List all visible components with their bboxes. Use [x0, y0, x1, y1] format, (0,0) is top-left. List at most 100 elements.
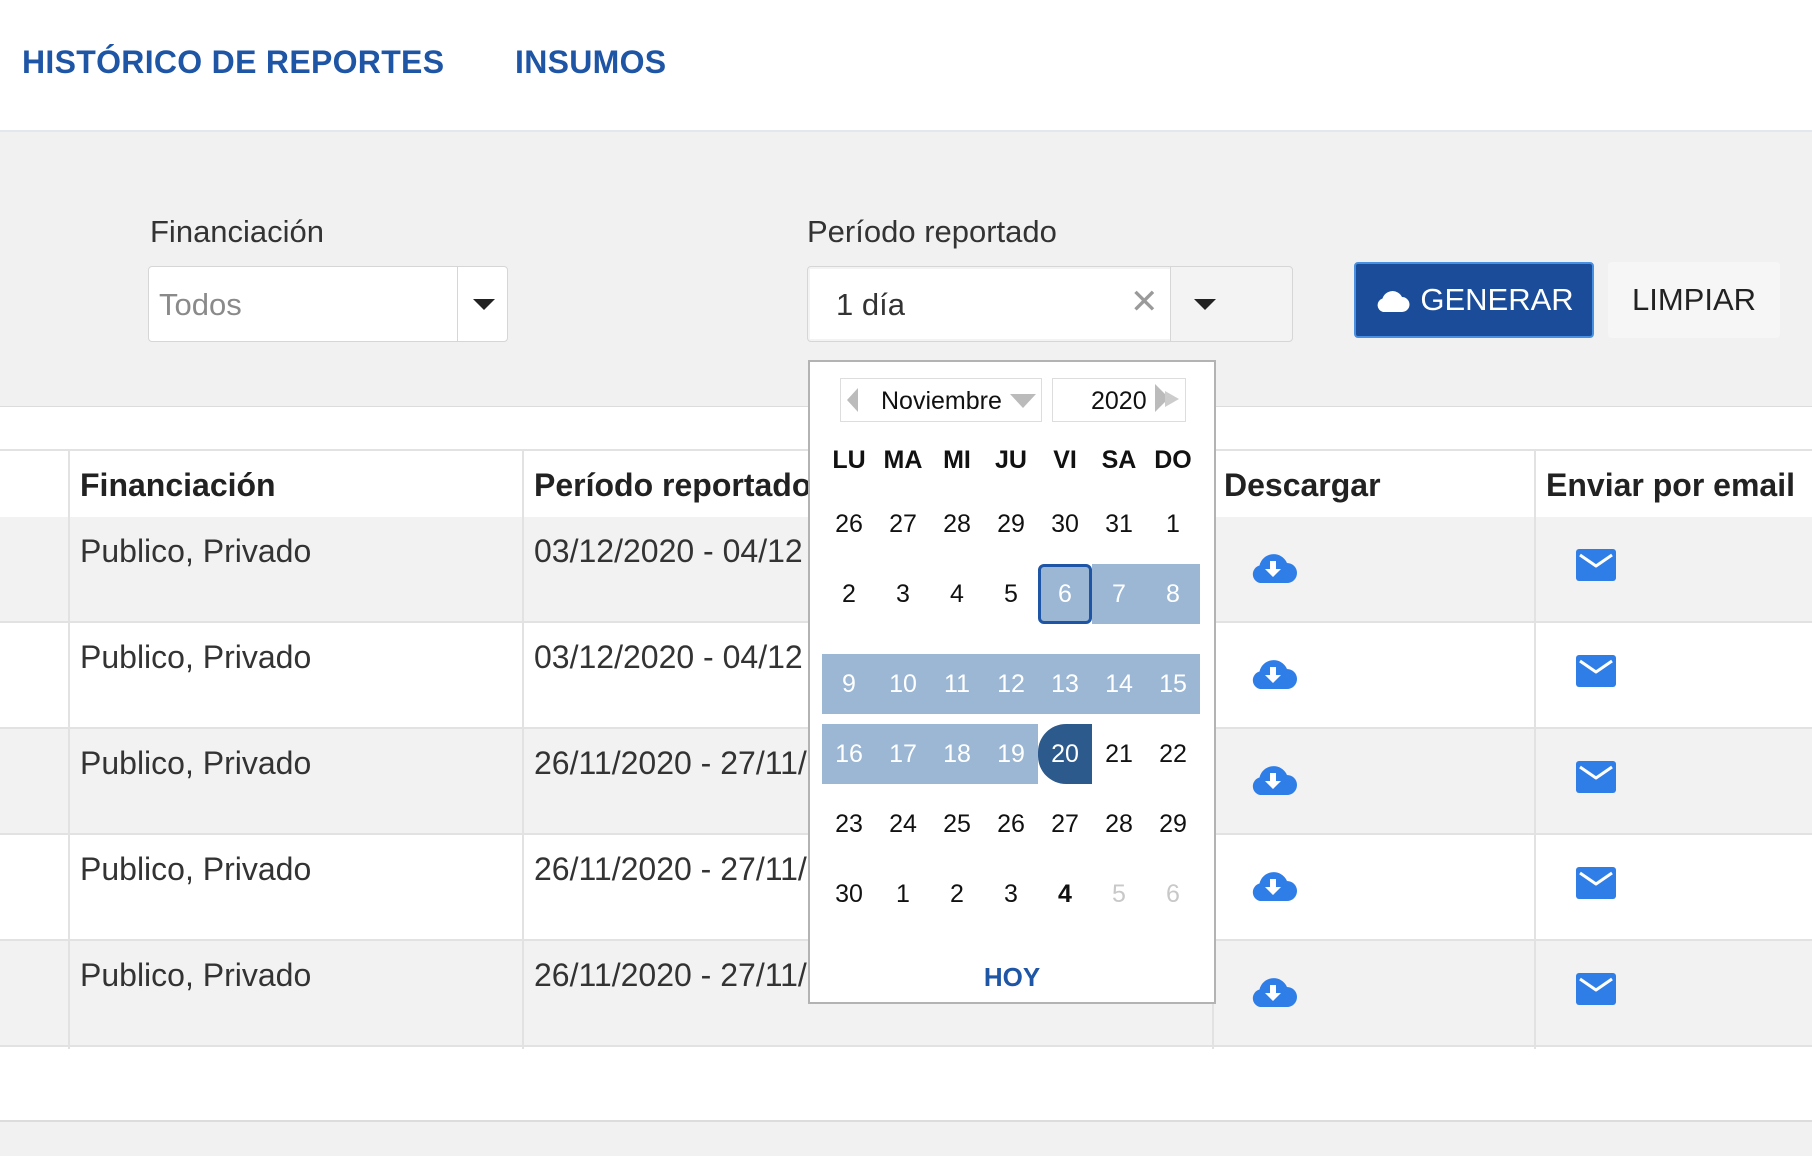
weekday-label: JU [995, 446, 1027, 474]
period-cell: 26/11/2020 - 27/11/ [534, 957, 807, 993]
calendar-day[interactable]: 1 [1146, 494, 1200, 554]
column-header-period: Período reportado [534, 467, 812, 503]
cloud-download-icon[interactable] [1248, 759, 1298, 799]
period-input-area[interactable]: 1 día ✕ [810, 269, 1170, 339]
envelope-icon[interactable] [1576, 973, 1616, 1005]
weekday-label: LU [832, 446, 866, 474]
calendar-day[interactable]: 28 [1092, 794, 1146, 854]
envelope-icon[interactable] [1576, 867, 1616, 899]
datepicker-popup: Noviembre 2020 LU MA MI JU VI SA DO 26 2… [808, 360, 1216, 1004]
select-divider [457, 267, 458, 341]
calendar-day-range-start[interactable]: 6 [1038, 564, 1092, 624]
calendar-day[interactable]: 2 [930, 864, 984, 924]
calendar-day-disabled: 6 [1166, 879, 1180, 908]
weekday-label: VI [1053, 446, 1077, 474]
calendar-day-in-range[interactable]: 7 [1092, 564, 1146, 624]
calendar-day-in-range[interactable]: 19 [984, 724, 1038, 784]
chevron-down-icon[interactable] [473, 299, 495, 310]
period-filter-label: Período reportado [807, 214, 1057, 249]
calendar-day[interactable]: 26 [822, 494, 876, 554]
today-button[interactable]: HOY [810, 962, 1214, 993]
weekday-label: MI [943, 446, 971, 474]
calendar-day[interactable]: 5 [984, 564, 1038, 624]
top-nav: HISTÓRICO DE REPORTES INSUMOS [0, 0, 1812, 132]
column-divider [522, 449, 524, 1049]
financing-cell: Publico, Privado [80, 533, 312, 569]
chevron-down-icon[interactable] [1009, 393, 1037, 409]
calendar-day[interactable]: 3 [876, 564, 930, 624]
tab-historico-de-reportes[interactable]: HISTÓRICO DE REPORTES [22, 44, 444, 81]
calendar-day-in-range[interactable]: 17 [876, 724, 930, 784]
tab-insumos[interactable]: INSUMOS [515, 44, 666, 81]
calendar-day[interactable]: 30 [822, 864, 876, 924]
envelope-icon[interactable] [1576, 655, 1616, 687]
calendar-day-in-range[interactable]: 16 [822, 724, 876, 784]
column-header-download: Descargar [1224, 467, 1381, 503]
calendar-day[interactable]: 25 [930, 794, 984, 854]
column-divider [68, 449, 70, 1049]
weekday-label: MA [883, 446, 923, 474]
cloud-download-icon[interactable] [1248, 971, 1298, 1011]
calendar-day[interactable]: 2 [822, 564, 876, 624]
calendar-day-in-range[interactable]: 9 [822, 654, 876, 714]
generate-button[interactable]: GENERAR [1354, 262, 1594, 338]
financing-cell: Publico, Privado [80, 957, 312, 993]
financing-cell: Publico, Privado [80, 745, 312, 781]
calendar-day-in-range[interactable]: 11 [930, 654, 984, 714]
generate-button-label: GENERAR [1420, 282, 1574, 317]
calendar-day-in-range[interactable]: 14 [1092, 654, 1146, 714]
calendar-day[interactable]: 29 [984, 494, 1038, 554]
select-divider [1170, 267, 1171, 341]
calendar-day-in-range[interactable]: 15 [1146, 654, 1200, 714]
financing-cell: Publico, Privado [80, 851, 312, 887]
financing-select[interactable]: Todos [148, 266, 508, 342]
envelope-icon[interactable] [1576, 761, 1616, 793]
financing-cell: Publico, Privado [80, 639, 312, 675]
calendar-day-today[interactable]: 4 [1038, 864, 1092, 924]
calendar-day[interactable]: 3 [984, 864, 1038, 924]
calendar-day-in-range[interactable]: 13 [1038, 654, 1092, 714]
column-header-email: Enviar por email [1546, 467, 1795, 503]
calendar-day[interactable]: 28 [930, 494, 984, 554]
cloud-icon [1377, 291, 1410, 312]
calendar-day[interactable]: 27 [876, 494, 930, 554]
calendar-day-in-range[interactable]: 18 [930, 724, 984, 784]
column-divider [1534, 449, 1536, 1049]
period-cell: 26/11/2020 - 27/11/ [534, 851, 807, 887]
month-select[interactable]: Noviembre [840, 378, 1042, 422]
year-select[interactable]: 2020 [1052, 378, 1186, 422]
calendar-day[interactable]: 26 [984, 794, 1038, 854]
year-label: 2020 [1091, 387, 1147, 415]
column-header-financing: Financiación [80, 467, 276, 503]
period-cell: 03/12/2020 - 04/12 [534, 533, 803, 569]
cloud-download-icon[interactable] [1248, 547, 1298, 587]
page-footer-band [0, 1120, 1812, 1156]
financing-filter-label: Financiación [150, 214, 325, 249]
financing-select-value: Todos [159, 287, 242, 322]
chevron-down-icon[interactable] [1194, 299, 1216, 310]
calendar-day[interactable]: 27 [1038, 794, 1092, 854]
previous-month-icon[interactable] [845, 387, 859, 413]
clear-icon[interactable]: ✕ [1130, 285, 1159, 319]
period-select[interactable]: 1 día ✕ [807, 266, 1293, 342]
calendar-day[interactable]: 30 [1038, 494, 1092, 554]
calendar-day[interactable]: 4 [930, 564, 984, 624]
cloud-download-icon[interactable] [1248, 653, 1298, 693]
calendar-day-range-end[interactable]: 20 [1038, 724, 1092, 784]
period-select-value: 1 día [836, 287, 905, 322]
calendar-day[interactable]: 22 [1146, 724, 1200, 784]
calendar-day-in-range[interactable]: 12 [984, 654, 1038, 714]
calendar-day-in-range[interactable]: 10 [876, 654, 930, 714]
clear-button[interactable]: LIMPIAR [1608, 262, 1780, 338]
calendar-day[interactable]: 24 [876, 794, 930, 854]
envelope-icon[interactable] [1576, 549, 1616, 581]
calendar-day[interactable]: 31 [1092, 494, 1146, 554]
calendar-day[interactable]: 23 [822, 794, 876, 854]
next-month-icon[interactable] [1153, 383, 1181, 413]
calendar-day-in-range[interactable]: 8 [1146, 564, 1200, 624]
cloud-download-icon[interactable] [1248, 865, 1298, 905]
calendar-day[interactable]: 29 [1146, 794, 1200, 854]
calendar-day[interactable]: 21 [1092, 724, 1146, 784]
calendar-day[interactable]: 1 [876, 864, 930, 924]
month-label: Noviembre [881, 387, 1002, 415]
